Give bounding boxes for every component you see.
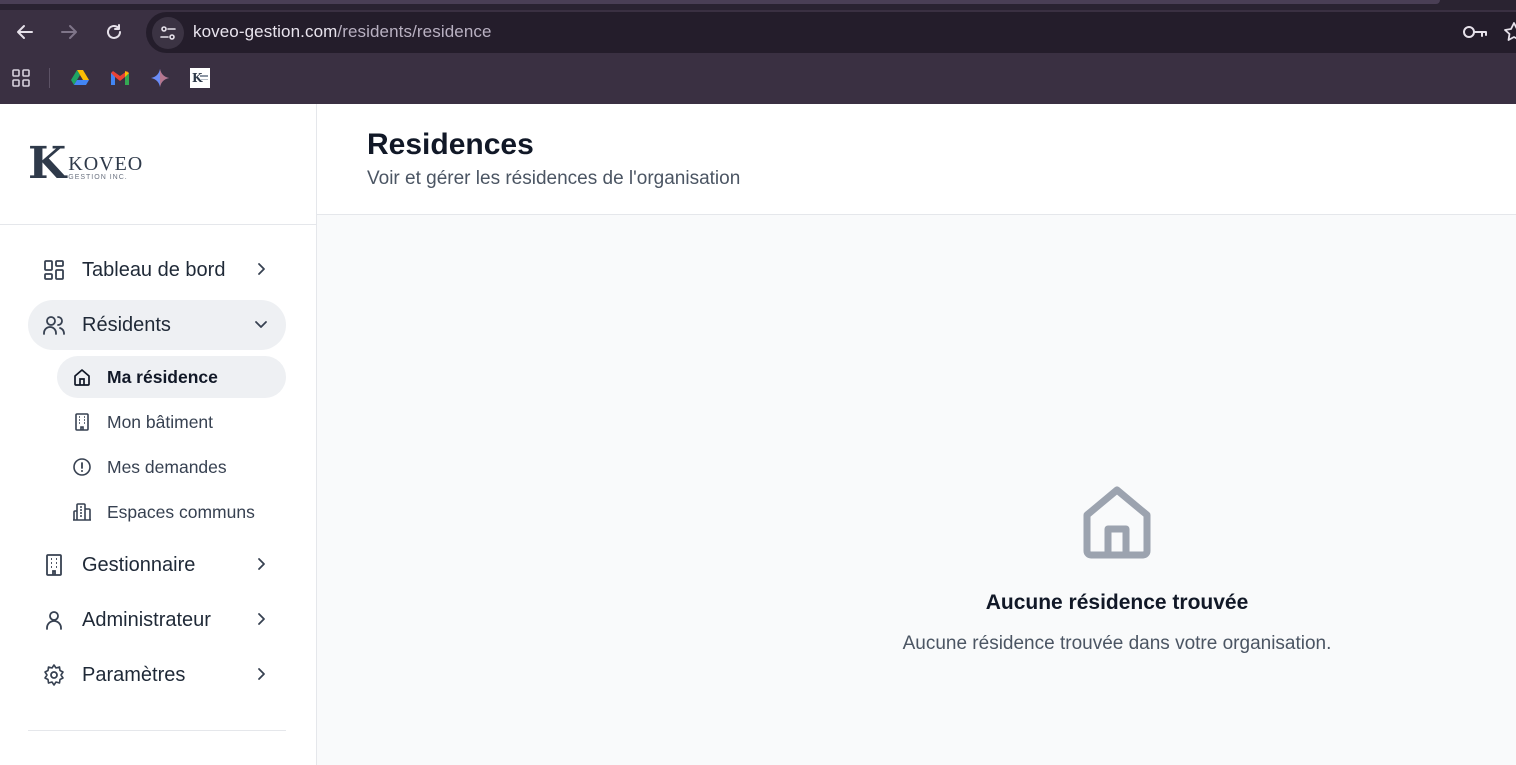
- gmail-icon[interactable]: [109, 67, 131, 89]
- sidebar-item-label: Administrateur: [82, 608, 211, 631]
- chevron-right-icon: [258, 613, 265, 625]
- home-icon: [1083, 486, 1151, 559]
- browser-toolbar: koveo-gestion.com/residents/residence K: [0, 0, 1516, 104]
- settings-icon: [44, 664, 64, 686]
- password-key-icon[interactable]: [1462, 22, 1488, 47]
- koveo-logo[interactable]: K KOVEO GESTION INC.: [28, 138, 144, 189]
- url-text[interactable]: koveo-gestion.com/residents/residence: [193, 22, 492, 42]
- empty-state-description: Aucune résidence trouvée dans votre orga…: [902, 633, 1332, 654]
- site-info-icon[interactable]: [152, 17, 184, 49]
- chevron-right-icon: [258, 668, 265, 680]
- back-icon[interactable]: [11, 18, 39, 46]
- svg-text:K: K: [192, 71, 203, 85]
- sidebar-subitem-mon-batiment[interactable]: Mon bâtiment: [57, 401, 286, 443]
- apps-icon[interactable]: [10, 67, 32, 89]
- chevron-right-icon: [258, 263, 265, 275]
- bookmark-separator: [49, 68, 50, 88]
- empty-state-title: Aucune résidence trouvée: [985, 591, 1249, 614]
- logo-initial: K: [28, 138, 67, 189]
- reload-icon[interactable]: [100, 18, 128, 46]
- sidebar-subitem-label: Ma résidence: [107, 367, 218, 387]
- url-path: /residents/residence: [337, 22, 492, 41]
- sidebar-divider: [28, 730, 286, 731]
- gemini-icon[interactable]: [149, 67, 171, 89]
- sidebar-subitem-mes-demandes[interactable]: Mes demandes: [57, 446, 286, 488]
- building-icon: [46, 554, 62, 576]
- dashboard-icon: [44, 260, 64, 280]
- logo-name: KOVEO: [68, 153, 144, 175]
- users-icon: [43, 316, 65, 335]
- page-title: Residences: [367, 128, 534, 161]
- sidebar-item-label: Résidents: [82, 313, 171, 336]
- sidebar-item-label: Tableau de bord: [82, 258, 226, 281]
- sidebar-divider: [0, 224, 316, 225]
- building-2-icon: [73, 503, 91, 521]
- main-content: Aucune résidence trouvée Aucune résidenc…: [317, 215, 1516, 765]
- sidebar-subitem-ma-residence[interactable]: Ma résidence: [57, 356, 286, 398]
- sidebar-item-residents[interactable]: Résidents: [28, 300, 286, 350]
- bookmark-star-icon[interactable]: [1502, 20, 1516, 49]
- forward-icon[interactable]: [55, 18, 83, 46]
- sidebar-item-administrateur[interactable]: Administrateur: [28, 595, 286, 645]
- building-icon: [75, 413, 89, 431]
- user-icon: [46, 611, 62, 630]
- chevron-right-icon: [258, 558, 265, 570]
- chevron-down-icon: [255, 321, 267, 328]
- sidebar-item-gestionnaire[interactable]: Gestionnaire: [28, 540, 286, 590]
- active-tab-edge: [0, 0, 1440, 4]
- alert-circle-icon: [73, 458, 91, 476]
- url-host: koveo-gestion.com: [193, 22, 338, 41]
- sidebar-item-tableau-de-bord[interactable]: Tableau de bord: [28, 245, 286, 295]
- sidebar-subitem-espaces-communs[interactable]: Espaces communs: [57, 491, 286, 533]
- logo-subtitle: GESTION INC.: [68, 174, 128, 181]
- sidebar: K KOVEO GESTION INC. Tableau de bord Rés…: [0, 104, 317, 765]
- sidebar-subitem-label: Mon bâtiment: [107, 412, 214, 432]
- google-drive-icon[interactable]: [69, 67, 91, 89]
- sidebar-item-parametres[interactable]: Paramètres: [28, 650, 286, 700]
- page-subtitle: Voir et gérer les résidences de l'organi…: [367, 168, 741, 189]
- sidebar-subitem-label: Mes demandes: [107, 457, 227, 477]
- sidebar-item-label: Paramètres: [82, 663, 186, 686]
- page-header: Residences Voir et gérer les résidences …: [317, 104, 1516, 215]
- home-icon: [74, 369, 90, 386]
- sidebar-item-label: Gestionnaire: [82, 553, 196, 576]
- koveo-favicon[interactable]: K: [189, 67, 211, 89]
- sidebar-subitem-label: Espaces communs: [107, 502, 255, 522]
